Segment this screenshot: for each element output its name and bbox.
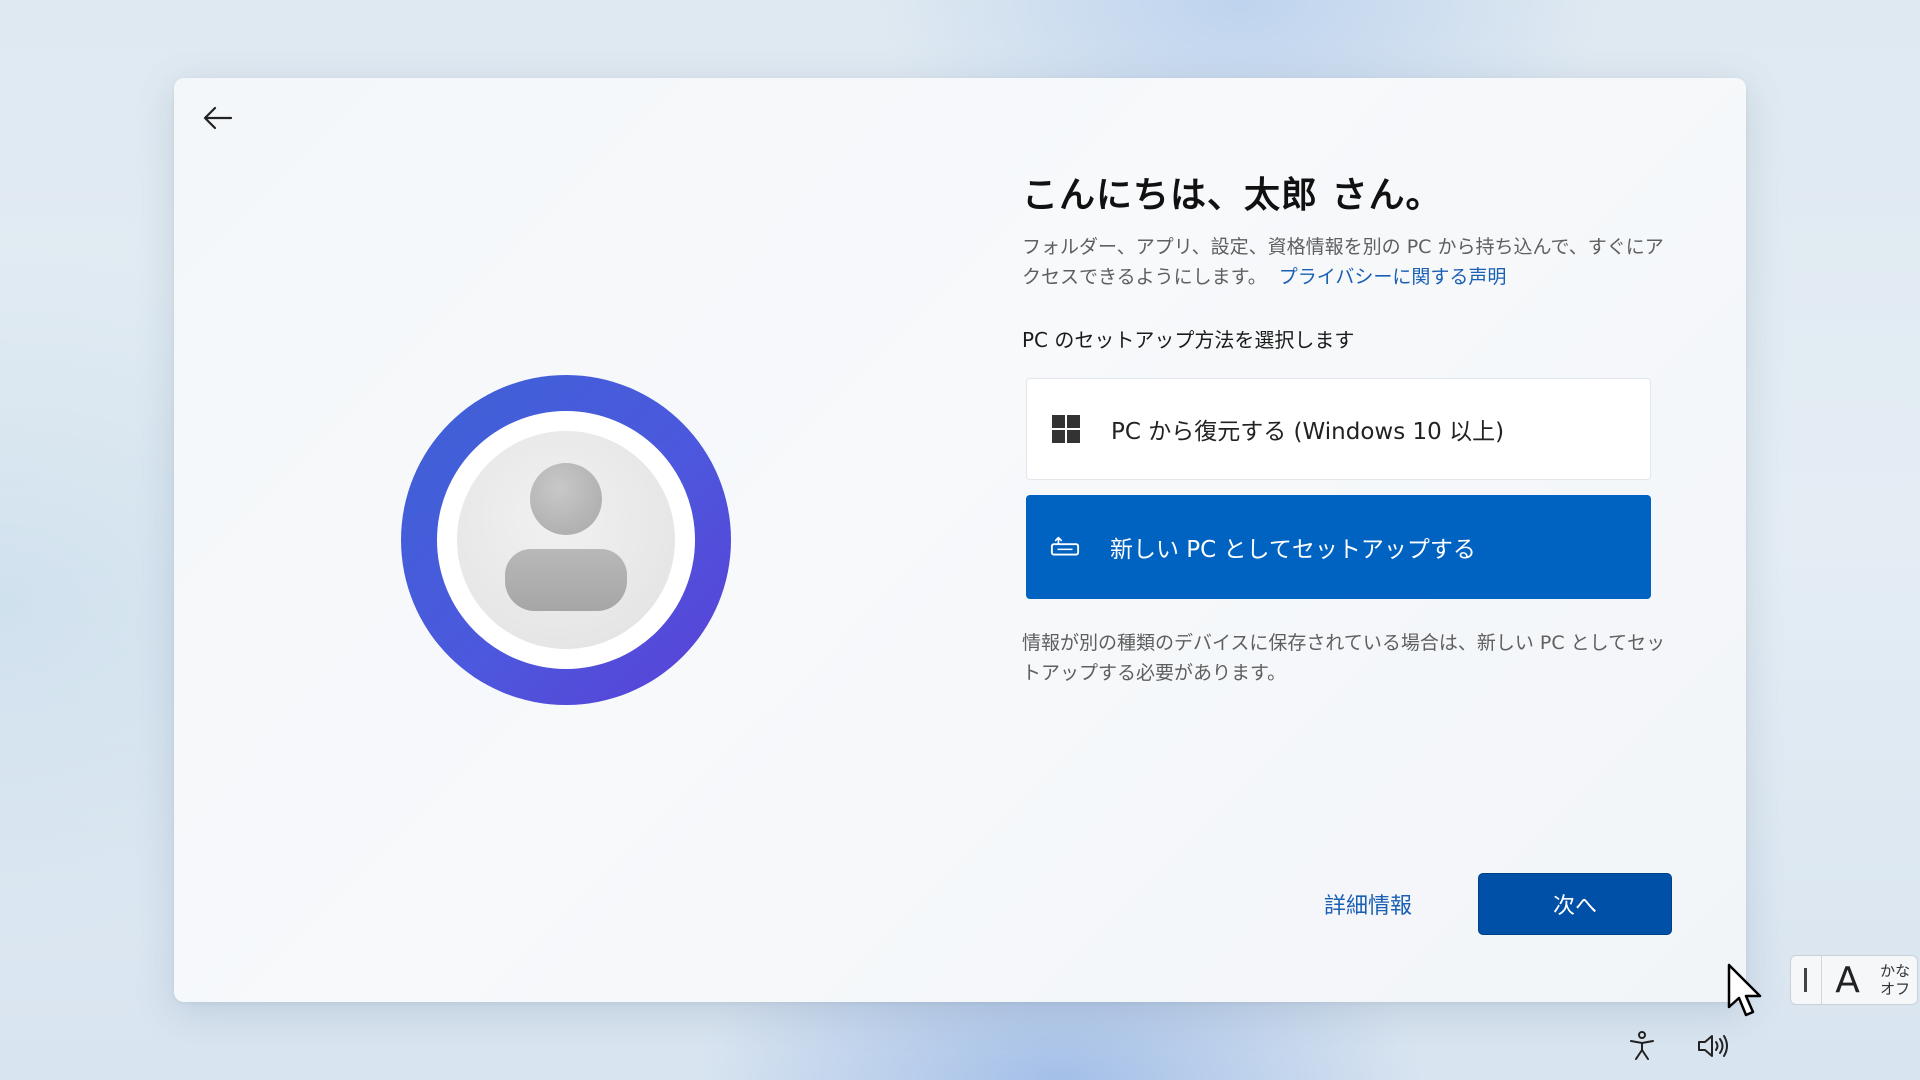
next-button[interactable]: 次へ: [1479, 874, 1671, 934]
setup-method-heading: PC のセットアップ方法を選択します: [1022, 328, 1355, 352]
setup-card: こんにちは、太郎 さん。 フォルダー、アプリ、設定、資格情報を別の PC から持…: [174, 78, 1762, 1017]
ime-mode-indicator[interactable]: A かな オフ: [1790, 955, 1918, 1005]
ime-kana-toggle: かな オフ: [1873, 962, 1917, 998]
option-restore-label: PC から復元する (Windows 10 以上): [1111, 419, 1505, 445]
next-button-label: 次へ: [1552, 894, 1597, 919]
ime-kana-line2: オフ: [1880, 980, 1911, 998]
back-arrow-icon: [203, 106, 233, 130]
ime-caret: [1791, 955, 1822, 1005]
mouse-pointer-icon: [1727, 963, 1762, 1017]
description: フォルダー、アプリ、設定、資格情報を別の PC から持ち込んで、すぐにアクセスで…: [1022, 232, 1672, 292]
avatar-head: [530, 463, 602, 535]
ime-kana-line1: かな: [1880, 962, 1911, 980]
option-new-label: 新しい PC としてセットアップする: [1110, 537, 1476, 563]
avatar-disc: [457, 431, 675, 649]
windows-logo-icon: [1051, 414, 1081, 444]
option-restore-from-pc[interactable]: PC から復元する (Windows 10 以上): [1026, 378, 1651, 480]
new-pc-icon: [1050, 532, 1080, 562]
more-info-link[interactable]: 詳細情報: [1324, 888, 1412, 920]
option-setup-as-new[interactable]: 新しい PC としてセットアップする: [1026, 495, 1651, 599]
accessibility-icon[interactable]: [1626, 1030, 1658, 1062]
user-avatar-icon: [401, 375, 731, 705]
back-button[interactable]: [196, 98, 240, 138]
avatar-inner-ring: [437, 411, 695, 669]
page-title: こんにちは、太郎 さん。: [1022, 175, 1443, 216]
setup-note: 情報が別の種類のデバイスに保存されている場合は、新しい PC としてセットアップ…: [1022, 632, 1666, 684]
ime-input-mode: A: [1835, 959, 1860, 1001]
avatar-body: [505, 549, 627, 611]
volume-icon[interactable]: [1697, 1030, 1729, 1062]
privacy-statement-link[interactable]: プライバシーに関する声明: [1279, 266, 1507, 288]
